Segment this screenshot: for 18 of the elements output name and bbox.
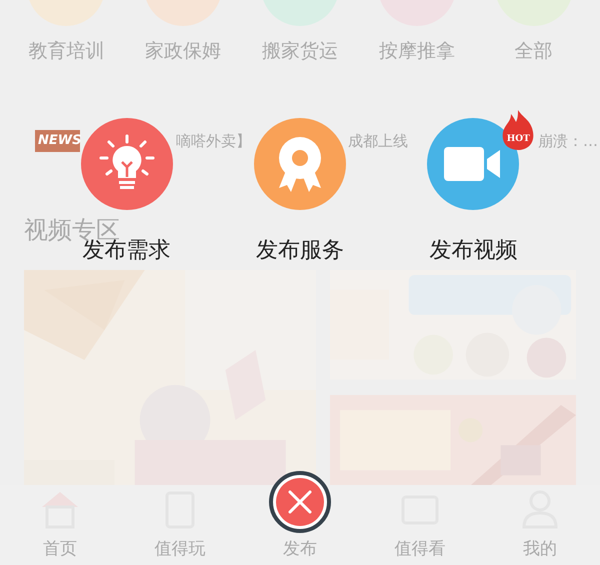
hot-badge: HOT — [501, 110, 536, 150]
category-label[interactable]: 按摩推拿 — [378, 38, 455, 65]
news-text[interactable]: 成都上线 — [348, 130, 408, 152]
category-label[interactable]: 搬家货运 — [262, 38, 338, 65]
category-label[interactable]: 教育培训 — [28, 38, 104, 65]
category-label[interactable]: 全部 — [514, 38, 553, 65]
nav-tab[interactable]: 发布 — [283, 537, 317, 561]
nav-tab[interactable]: 首页 — [43, 537, 77, 561]
video-camera-icon — [444, 147, 502, 181]
category-label[interactable]: 家政保姆 — [145, 38, 222, 65]
action-label[interactable]: 发布视频 — [429, 236, 518, 266]
action-label[interactable]: 发布服务 — [256, 236, 344, 266]
nav-tab[interactable]: 值得看 — [394, 537, 446, 561]
news-text[interactable]: 嘀嗒外卖】 — [176, 130, 251, 152]
close-icon — [287, 489, 313, 515]
news-text[interactable]: 崩溃：… — [538, 130, 598, 152]
nav-tab[interactable]: 我的 — [523, 537, 557, 561]
nav-tab[interactable]: 值得玩 — [154, 537, 206, 561]
